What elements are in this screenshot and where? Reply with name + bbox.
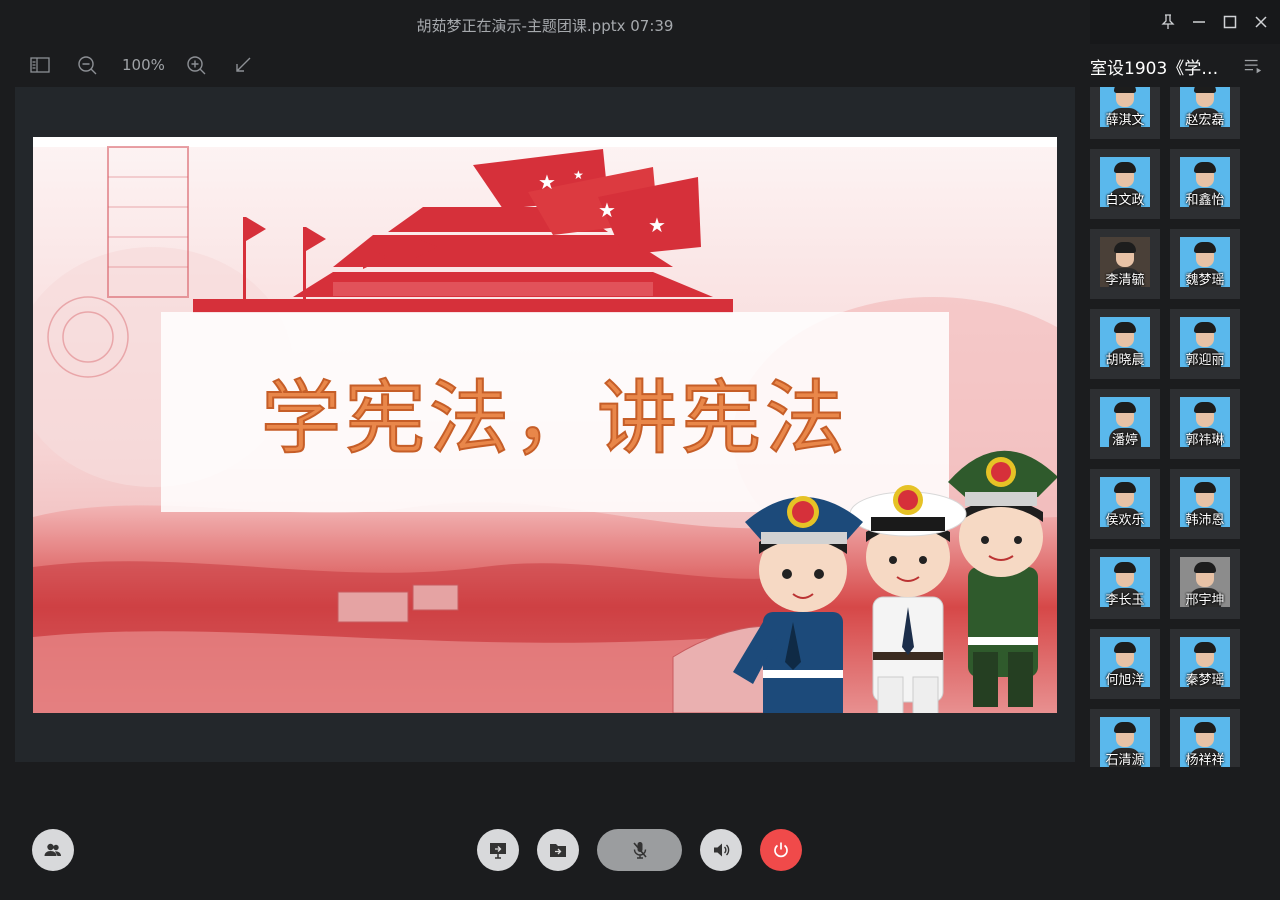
title-bar: 胡茹梦正在演示-主题团课.pptx 07:39 bbox=[0, 0, 1090, 50]
members-button[interactable] bbox=[32, 829, 74, 871]
members-icon bbox=[44, 843, 61, 856]
participant-tile[interactable]: 石清源 bbox=[1090, 709, 1160, 767]
participant-tile[interactable]: 韩沛恩 bbox=[1170, 469, 1240, 539]
participant-name: 杨祥祥 bbox=[1185, 753, 1225, 767]
svg-text:★: ★ bbox=[538, 170, 556, 194]
window-controls bbox=[1090, 0, 1280, 44]
participant-name: 赵宏磊 bbox=[1185, 113, 1225, 128]
minimize-icon[interactable] bbox=[1183, 6, 1214, 38]
viewer-toolbar: 100% bbox=[28, 52, 278, 78]
window-title: 胡茹梦正在演示-主题团课.pptx 07:39 bbox=[416, 16, 674, 35]
participant-name: 李长玉 bbox=[1105, 593, 1145, 608]
participant-name: 侯欢乐 bbox=[1105, 513, 1145, 528]
participant-tile[interactable]: 魏梦瑶 bbox=[1170, 229, 1240, 299]
participant-name: 胡晓晨 bbox=[1105, 353, 1145, 368]
close-icon[interactable] bbox=[1245, 6, 1276, 38]
zoom-level: 100% bbox=[122, 56, 165, 74]
participant-name: 石清源 bbox=[1105, 753, 1145, 767]
slide: ★ ★ ★ ★ 学宪法，讲宪法 bbox=[33, 137, 1057, 713]
participant-name: 韩沛恩 bbox=[1185, 513, 1225, 528]
participant-tile[interactable]: 薛淇文 bbox=[1090, 87, 1160, 139]
participant-tile[interactable]: 李长玉 bbox=[1090, 549, 1160, 619]
participant-name: 和鑫怡 bbox=[1185, 193, 1225, 208]
participant-name: 潘婷 bbox=[1111, 433, 1138, 448]
participant-tile[interactable]: 李清毓 bbox=[1090, 229, 1160, 299]
zoom-out-icon[interactable] bbox=[75, 53, 99, 77]
svg-text:★: ★ bbox=[648, 213, 666, 237]
share-screen-button[interactable] bbox=[477, 829, 519, 871]
panel-header: 室设1903《学宪... bbox=[1090, 52, 1280, 80]
participant-name: 李清毓 bbox=[1105, 273, 1145, 288]
participant-tile[interactable]: 邢宇坤 bbox=[1170, 549, 1240, 619]
playlist-icon[interactable] bbox=[1242, 55, 1264, 77]
participant-name: 薛淇文 bbox=[1105, 113, 1145, 128]
svg-text:★: ★ bbox=[598, 198, 616, 222]
svg-text:★: ★ bbox=[573, 168, 584, 182]
room-name[interactable]: 室设1903《学宪... bbox=[1090, 54, 1230, 79]
zoom-in-icon[interactable] bbox=[184, 53, 208, 77]
participant-tile[interactable]: 郭祎琳 bbox=[1170, 389, 1240, 459]
share-screen-icon bbox=[490, 843, 506, 859]
participant-grid: 薛淇文 赵宏磊白文政 和鑫怡李清毓 魏梦瑶胡晓晨 郭迎丽潘婷 郭祎琳侯欢乐 韩沛恩李长玉 邢宇… bbox=[1090, 87, 1250, 767]
presentation-stage: ★ ★ ★ ★ 学宪法，讲宪法 bbox=[15, 87, 1075, 762]
participant-name: 白文政 bbox=[1105, 193, 1145, 208]
mic-muted-icon bbox=[632, 842, 647, 859]
maximize-icon[interactable] bbox=[1214, 6, 1245, 38]
participant-name: 魏梦瑶 bbox=[1185, 273, 1225, 288]
participant-tile[interactable]: 和鑫怡 bbox=[1170, 149, 1240, 219]
participant-tile[interactable]: 秦梦瑶 bbox=[1170, 629, 1240, 699]
participant-name: 郭祎琳 bbox=[1185, 433, 1225, 448]
pin-icon[interactable] bbox=[1152, 6, 1183, 38]
participant-name: 郭迎丽 bbox=[1185, 353, 1225, 368]
exit-fullscreen-icon[interactable] bbox=[231, 53, 255, 77]
share-file-icon bbox=[550, 844, 566, 857]
participant-tile[interactable]: 杨祥祥 bbox=[1170, 709, 1240, 767]
participant-tile[interactable]: 胡晓晨 bbox=[1090, 309, 1160, 379]
speaker-toggle[interactable] bbox=[700, 829, 742, 871]
microphone-toggle[interactable] bbox=[597, 829, 682, 871]
participant-tile[interactable]: 何旭洋 bbox=[1090, 629, 1160, 699]
cartoon-soldiers-illustration bbox=[733, 450, 1057, 713]
participant-tile[interactable]: 侯欢乐 bbox=[1090, 469, 1160, 539]
participant-name: 邢宇坤 bbox=[1185, 593, 1225, 608]
participant-tile[interactable]: 赵宏磊 bbox=[1170, 87, 1240, 139]
participant-tile[interactable]: 郭迎丽 bbox=[1170, 309, 1240, 379]
participant-name: 何旭洋 bbox=[1105, 673, 1145, 688]
share-file-button[interactable] bbox=[537, 829, 579, 871]
speaker-icon bbox=[714, 843, 730, 857]
participant-name: 秦梦瑶 bbox=[1185, 673, 1225, 688]
sidebar-toggle-icon[interactable] bbox=[28, 53, 52, 77]
leave-button[interactable] bbox=[760, 829, 802, 871]
leave-icon bbox=[774, 842, 788, 858]
participant-tile[interactable]: 潘婷 bbox=[1090, 389, 1160, 459]
participant-tile[interactable]: 白文政 bbox=[1090, 149, 1160, 219]
